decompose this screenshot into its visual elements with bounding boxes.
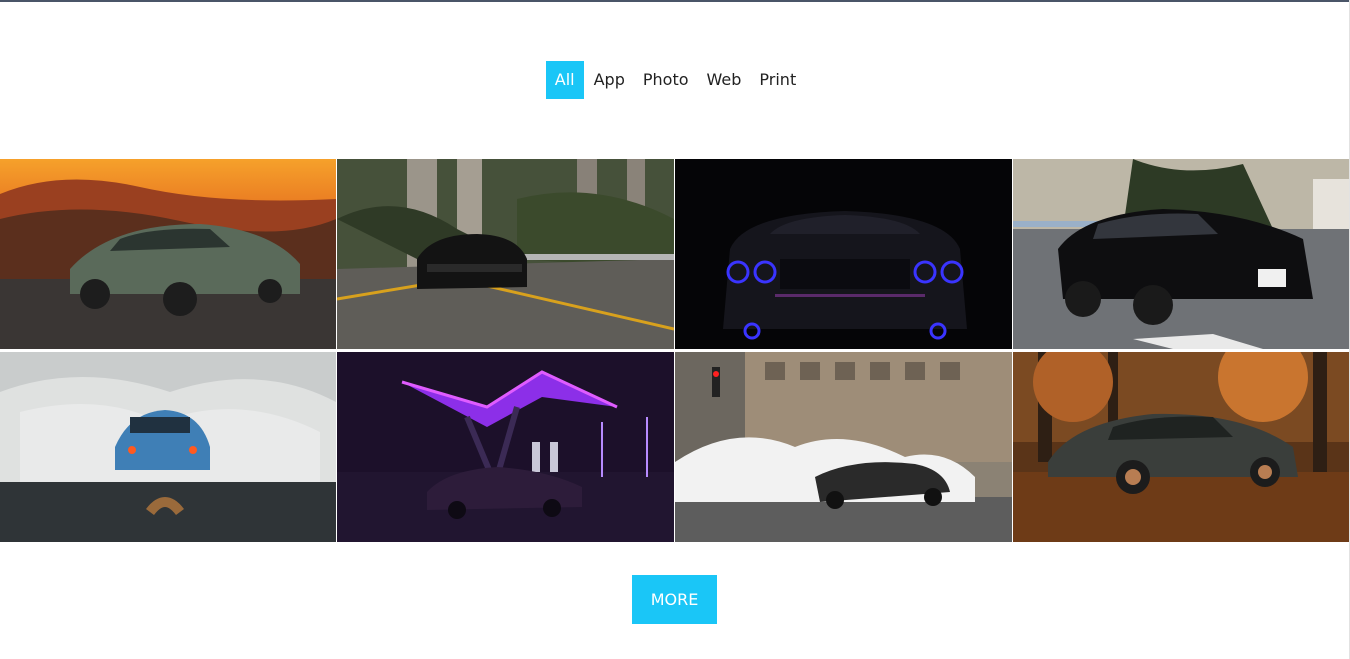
gallery-item-neon-station[interactable] — [337, 352, 674, 542]
filter-app[interactable]: App — [586, 61, 633, 99]
drift-car-image — [675, 352, 1012, 542]
black-sedan-image — [337, 159, 674, 349]
filter-all[interactable]: All — [545, 61, 584, 99]
green-coupe-image — [0, 159, 336, 349]
gallery-item-black-sedan[interactable] — [337, 159, 674, 349]
portfolio-gallery — [0, 159, 1350, 542]
autumn-sedan-image — [1013, 352, 1349, 542]
gallery-item-blue-halo-car[interactable] — [675, 159, 1012, 349]
gallery-item-green-coupe[interactable] — [0, 159, 336, 349]
filter-photo[interactable]: Photo — [635, 61, 697, 99]
gallery-item-black-sports-car[interactable] — [1013, 159, 1349, 349]
filter-print[interactable]: Print — [751, 61, 804, 99]
gallery-item-burnout-car[interactable] — [0, 352, 336, 542]
filter-web[interactable]: Web — [699, 61, 750, 99]
neon-station-image — [337, 352, 674, 542]
burnout-car-image — [0, 352, 336, 542]
gallery-item-drift-car[interactable] — [675, 352, 1012, 542]
gallery-item-autumn-sedan[interactable] — [1013, 352, 1349, 542]
portfolio-filter: All App Photo Web Print — [0, 61, 1350, 99]
top-border — [0, 0, 1350, 2]
more-button[interactable]: MORE — [632, 575, 717, 624]
blue-halo-car-image — [675, 159, 1012, 349]
black-sports-car-image — [1013, 159, 1349, 349]
